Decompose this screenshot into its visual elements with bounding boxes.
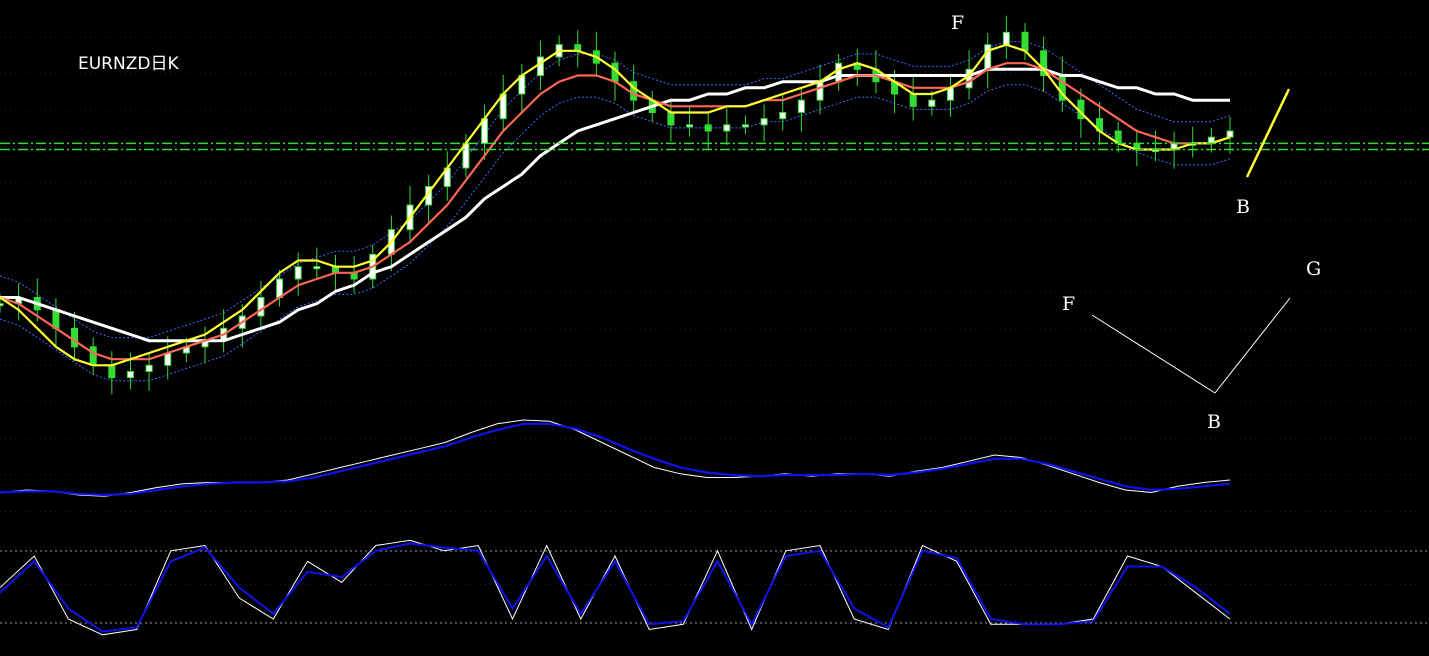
label-b-price: B (1236, 196, 1250, 218)
candle-body (1226, 130, 1234, 138)
candle-body (816, 81, 824, 101)
candle-body (89, 346, 97, 366)
candle-body (71, 327, 79, 348)
candle-body (1002, 31, 1010, 46)
candle-body (741, 124, 749, 128)
label-diagram-b: B (1207, 411, 1221, 433)
candle-body (723, 124, 731, 132)
candle-body (984, 44, 992, 70)
candle-body (686, 124, 694, 128)
candle-body (276, 278, 284, 298)
candle-body (108, 364, 116, 379)
label-diagram-f: F (1062, 293, 1075, 315)
candle-body (257, 297, 265, 317)
label-diagram-g: G (1306, 258, 1321, 280)
candle-body (835, 62, 843, 83)
candle-body (779, 112, 787, 120)
candle-body (704, 124, 712, 132)
candle-body (928, 99, 936, 107)
candle-body (145, 364, 153, 373)
candle-body (909, 93, 917, 107)
candle-body (0, 303, 4, 307)
candle-body (667, 112, 675, 126)
label-f-top: F (951, 12, 964, 34)
candle-body (1021, 31, 1029, 52)
candle-body (536, 56, 544, 76)
candle-body (797, 99, 805, 113)
candle-body (760, 118, 768, 126)
candle-body (313, 266, 321, 270)
candle-body (946, 87, 954, 101)
candle-body (126, 371, 134, 379)
candle-body (294, 266, 302, 280)
price-chart: EURNZD日K F B F B G (0, 0, 1429, 656)
candle-body (52, 309, 60, 329)
chart-title: EURNZD日K (78, 54, 179, 74)
